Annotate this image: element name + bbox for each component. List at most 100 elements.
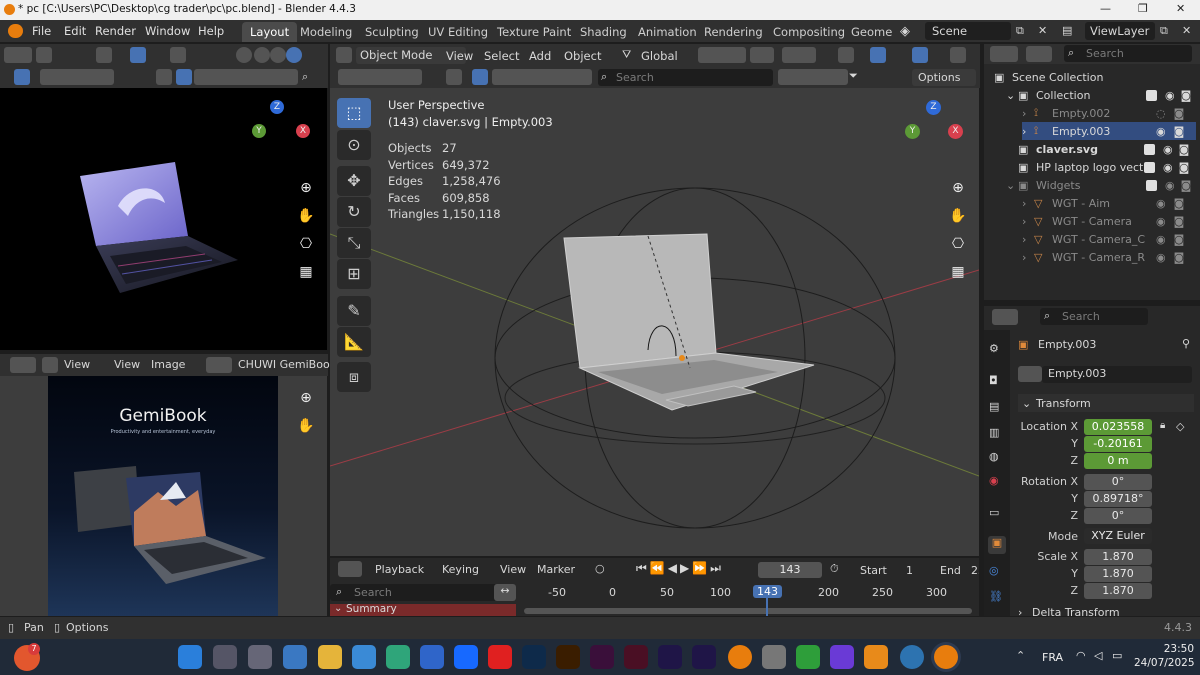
viewport-gizmo-x[interactable]: X	[948, 124, 963, 139]
image-editor-canvas[interactable]: GemiBook Productivity and entertainment,…	[0, 376, 327, 616]
view-layer-tab-icon[interactable]: ▥	[989, 426, 999, 439]
store-icon[interactable]	[352, 645, 376, 669]
properties-search-input[interactable]: ⌕ Search	[1040, 308, 1148, 325]
object-name-field[interactable]: Empty.003	[1042, 366, 1192, 383]
image-menu-view-2[interactable]: View	[114, 358, 140, 371]
select-box-icon[interactable]	[36, 47, 52, 63]
scale-z-field[interactable]: 1.870	[1084, 583, 1152, 599]
blender-active-icon[interactable]	[934, 645, 958, 669]
xd-icon[interactable]	[590, 645, 614, 669]
solid-shading-icon[interactable]	[254, 47, 270, 63]
search-taskbar-icon[interactable]	[213, 645, 237, 669]
location-y-field[interactable]: -0.20161	[1084, 436, 1152, 452]
menu-help[interactable]: Help	[198, 24, 224, 38]
expand-icon[interactable]: ⌄	[1006, 89, 1018, 102]
auto-key-icon[interactable]: ○	[595, 562, 605, 575]
gizmo-icon[interactable]	[130, 47, 146, 63]
scale-tool[interactable]: ⤡	[337, 228, 371, 258]
tool-tab-icon[interactable]: ⚙	[989, 342, 999, 355]
eye-icon[interactable]: ◉	[1165, 179, 1175, 192]
app-icon[interactable]	[762, 645, 786, 669]
image-menu-image[interactable]: Image	[151, 358, 185, 371]
menu-window[interactable]: Window	[145, 24, 190, 38]
outliner-search-input[interactable]: ⌕ Search	[1064, 45, 1192, 62]
clock-date[interactable]: 24/07/2025	[1134, 657, 1195, 669]
viewport-object-data-icon[interactable]	[446, 69, 462, 85]
camera-icon[interactable]: ◙	[1179, 143, 1190, 156]
close-icon[interactable]: ✕	[1176, 2, 1185, 15]
image-zoom-icon[interactable]: ⊕	[294, 386, 318, 410]
eye-closed-icon[interactable]: ◌	[1156, 107, 1166, 120]
material-shading-icon[interactable]	[270, 47, 286, 63]
start-icon[interactable]	[178, 645, 202, 669]
photoshop-icon[interactable]	[522, 645, 546, 669]
swap-icon[interactable]: ↔	[494, 584, 516, 601]
viewport-pan-icon[interactable]: ✋	[946, 204, 970, 228]
timeline-scrollbar[interactable]	[524, 608, 972, 614]
app-green-icon[interactable]	[796, 645, 820, 669]
lock-icon[interactable]: 🔒︎	[1160, 420, 1165, 431]
left-viewport[interactable]: Z Y X ⊕ ✋ ⎔ ▦	[0, 88, 327, 350]
object-browse-icon[interactable]	[1018, 366, 1042, 382]
copy-viewlayer-icon[interactable]: ⧉	[1160, 24, 1168, 38]
app-box-icon[interactable]	[864, 645, 888, 669]
menu-render[interactable]: Render	[95, 24, 136, 38]
language-indicator[interactable]: FRA	[1042, 651, 1063, 664]
tree-item-hp-logo[interactable]: ▣ HP laptop logo vecto ◉ ◙	[1018, 158, 1196, 176]
constraints-tab-icon[interactable]: ⛓	[989, 590, 1003, 603]
image-browse-icon[interactable]	[206, 357, 232, 373]
scale-x-field[interactable]: 1.870	[1084, 549, 1152, 565]
tree-item-wgt-camera-c[interactable]: › ▽ WGT - Camera_C ◉ ◙	[1022, 230, 1196, 248]
view-mode-icon[interactable]	[42, 357, 58, 373]
move-tool[interactable]: ✥	[337, 166, 371, 196]
eye-icon[interactable]: ◉	[1163, 143, 1173, 156]
location-z-field[interactable]: 0 m	[1084, 453, 1152, 469]
edge-icon[interactable]	[386, 645, 410, 669]
funnel-icon[interactable]: ⏷	[849, 69, 858, 83]
menu-file[interactable]: File	[32, 24, 51, 38]
tree-item-scene-collection[interactable]: ▣ Scene Collection	[994, 68, 1194, 86]
xray-icon[interactable]	[950, 47, 966, 63]
checkbox-icon[interactable]	[1146, 89, 1157, 101]
premiere-icon[interactable]	[658, 645, 682, 669]
visibility-icon[interactable]	[96, 47, 112, 63]
timeline-editor-icon[interactable]	[338, 561, 362, 577]
cursor-tool[interactable]: ⊙	[337, 130, 371, 160]
scene-tab-icon[interactable]: ◍	[989, 450, 999, 463]
eye-icon[interactable]: ◉	[1165, 89, 1175, 102]
properties-editor-icon[interactable]	[992, 309, 1018, 325]
timeline-menu-playback[interactable]: Playback	[375, 563, 424, 576]
tab-modeling[interactable]: Modeling	[292, 22, 360, 42]
world-tab-icon[interactable]: ◉	[989, 474, 999, 487]
playback-controls-icons[interactable]: ⏮⏪◀▶⏩⏭	[636, 561, 724, 576]
tree-item-claver-svg[interactable]: ▣ claver.svg ◉ ◙	[1018, 140, 1196, 158]
tree-item-collection[interactable]: ⌄ ▣ Collection ◉ ◙	[1006, 86, 1196, 104]
viewport-editor-icon[interactable]	[336, 47, 352, 63]
start-frame-field[interactable]: 1	[906, 564, 913, 577]
viewport-menu-object[interactable]: Object	[564, 49, 601, 63]
eye-icon[interactable]: ◉	[1156, 233, 1166, 246]
rotate-tool[interactable]: ↻	[337, 197, 371, 227]
viewport-gizmo-icon[interactable]	[870, 47, 886, 63]
wifi-icon[interactable]: ◠	[1076, 649, 1086, 662]
canva-icon[interactable]	[830, 645, 854, 669]
transform-tool[interactable]: ⊞	[337, 259, 371, 289]
current-frame-field[interactable]: 143	[758, 562, 822, 578]
viewport-menu-select[interactable]: Select	[484, 49, 519, 63]
tab-shading[interactable]: Shading	[572, 22, 635, 42]
viewport-filter-types-icons[interactable]	[492, 69, 592, 85]
file-explorer-icon[interactable]	[318, 645, 342, 669]
maximize-icon[interactable]: ❐	[1138, 2, 1148, 15]
camera-icon[interactable]: ◙	[1181, 179, 1192, 192]
wireframe-shading-icon[interactable]	[236, 47, 252, 63]
viewport-zoom-icon[interactable]: ⊕	[946, 176, 970, 200]
photoshop-express-icon[interactable]	[420, 645, 444, 669]
scale-y-field[interactable]: 1.870	[1084, 566, 1152, 582]
viewport-overlay-icon[interactable]	[912, 47, 928, 63]
proportional-edit-icon[interactable]	[782, 47, 816, 63]
illustrator-icon[interactable]	[556, 645, 580, 669]
add-cube-tool[interactable]: ⧈	[337, 362, 371, 392]
chevron-right-icon[interactable]: ›	[1022, 251, 1034, 264]
tree-item-widgets[interactable]: ⌄ ▣ Widgets ◉ ◙	[1006, 176, 1196, 194]
chevron-right-icon[interactable]: ›	[1022, 107, 1034, 120]
